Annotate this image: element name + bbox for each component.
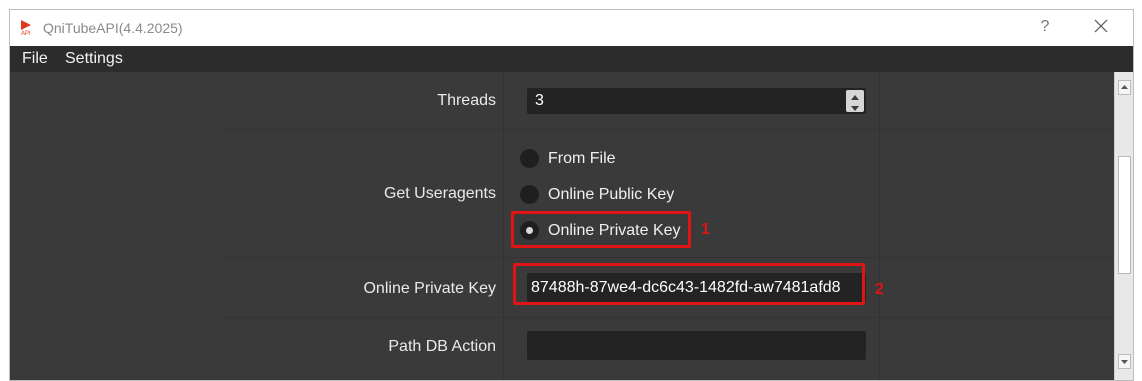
path-db-input[interactable]	[527, 331, 866, 360]
help-button[interactable]: ?	[1037, 18, 1053, 36]
annotation-number-2: 2	[875, 281, 884, 298]
close-button[interactable]	[1091, 16, 1111, 36]
path-db-row: Path DB Action	[223, 318, 1113, 380]
highlight-box-1	[511, 211, 691, 248]
spin-buttons	[846, 90, 864, 112]
close-icon	[1094, 19, 1108, 33]
menu-bar: File Settings	[10, 46, 1133, 72]
app-window: API QniTubeAPI(4.4.2025) ? File Settings…	[9, 9, 1134, 381]
scroll-up-button[interactable]	[1118, 80, 1131, 95]
title-bar: API QniTubeAPI(4.4.2025) ?	[10, 10, 1133, 46]
threads-label: Threads	[437, 92, 496, 109]
arrow-up-icon	[1121, 85, 1128, 89]
radio-from-file[interactable]: From File	[520, 148, 820, 170]
threads-spinbox[interactable]: 3	[527, 88, 866, 114]
highlight-box-2	[513, 263, 865, 305]
arrow-down-icon	[1121, 360, 1128, 364]
radio-circle	[520, 185, 539, 204]
scroll-down-button[interactable]	[1118, 354, 1131, 369]
private-key-row: Online Private Key 87488h-87we4-dc6c43-1…	[223, 258, 1113, 318]
private-key-label: Online Private Key	[363, 280, 496, 297]
threads-row: Threads 3	[223, 72, 1113, 130]
menu-file[interactable]: File	[22, 50, 48, 68]
spin-down-button[interactable]	[846, 101, 864, 112]
menu-settings[interactable]: Settings	[65, 50, 123, 68]
useragents-row: Get Useragents From File Online Public K…	[223, 130, 1113, 258]
path-db-label: Path DB Action	[388, 338, 496, 355]
settings-panel: Threads 3 Get Useragents From File Onlin…	[10, 72, 1133, 380]
arrow-down-icon	[851, 106, 859, 111]
threads-value: 3	[535, 92, 544, 109]
settings-form: Threads 3 Get Useragents From File Onlin…	[223, 72, 1113, 380]
scroll-thumb[interactable]	[1118, 156, 1131, 274]
radio-circle	[520, 149, 539, 168]
svg-text:API: API	[21, 31, 31, 35]
vertical-scrollbar[interactable]	[1114, 72, 1133, 380]
spin-up-button[interactable]	[846, 90, 864, 101]
window-title: QniTubeAPI(4.4.2025)	[43, 20, 183, 36]
annotation-number-1: 1	[701, 221, 710, 238]
app-logo-icon: API	[20, 19, 34, 37]
useragents-label: Get Useragents	[383, 185, 496, 202]
radio-online-public-key[interactable]: Online Public Key	[520, 184, 820, 206]
